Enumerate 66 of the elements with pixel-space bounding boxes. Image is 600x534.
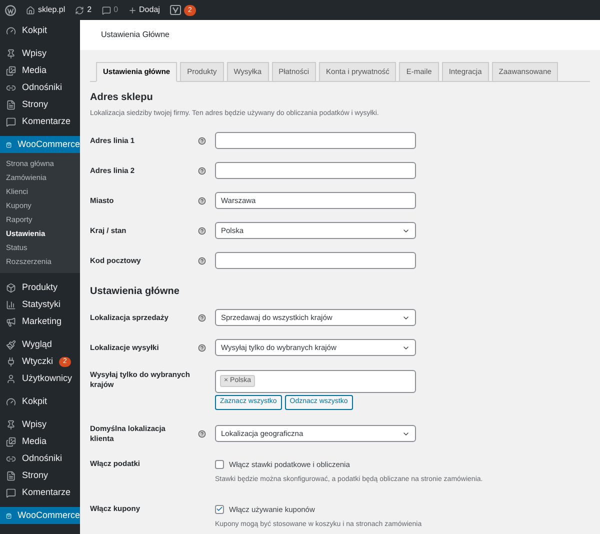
sidebar-item[interactable]: Wpisy bbox=[0, 416, 80, 433]
help-icon[interactable] bbox=[198, 314, 206, 322]
brush-icon bbox=[6, 340, 16, 350]
y-logo-icon[interactable] bbox=[170, 5, 181, 15]
home-icon[interactable] bbox=[26, 6, 35, 14]
section-heading: Adres sklepu bbox=[90, 91, 154, 105]
sidebar-item[interactable]: Kokpit bbox=[0, 22, 80, 39]
help-icon[interactable] bbox=[198, 344, 206, 352]
bag-icon bbox=[6, 140, 12, 150]
user-icon bbox=[6, 374, 16, 384]
checkbox[interactable] bbox=[215, 504, 224, 514]
help-icon[interactable] bbox=[198, 256, 206, 264]
sidebar-item[interactable]: Odnośniki bbox=[0, 450, 80, 467]
dashboard-icon bbox=[6, 26, 16, 36]
sidebar-item[interactable]: WooCommerce bbox=[0, 507, 80, 524]
text-field[interactable] bbox=[215, 162, 416, 179]
new-link[interactable]: Dodaj bbox=[139, 4, 160, 16]
check-icon bbox=[216, 505, 223, 514]
sidebar-item[interactable]: WooCommerce bbox=[0, 136, 80, 153]
update-count: 2 bbox=[87, 4, 92, 16]
sidebar-item[interactable]: Komentarze bbox=[0, 484, 80, 501]
comment-count: 0 bbox=[114, 4, 118, 16]
refresh-icon[interactable] bbox=[75, 6, 84, 14]
sidebar-item[interactable]: Media bbox=[0, 62, 80, 79]
sidebar-item[interactable]: Strony bbox=[0, 96, 80, 113]
section-heading: Ustawienia główne bbox=[90, 284, 180, 298]
page-icon bbox=[6, 100, 16, 110]
bar-chart-icon bbox=[6, 300, 16, 310]
help-icon[interactable] bbox=[198, 226, 206, 234]
help-icon[interactable] bbox=[198, 196, 206, 204]
images-icon bbox=[6, 66, 16, 76]
help-icon[interactable] bbox=[198, 136, 206, 144]
bag-icon bbox=[6, 510, 12, 520]
sidebar-item[interactable]: Marketing bbox=[0, 313, 80, 330]
page-title: Ustawienia Główne bbox=[101, 29, 170, 41]
help-icon[interactable] bbox=[198, 166, 206, 174]
images-icon bbox=[6, 436, 16, 446]
pin-icon bbox=[6, 420, 16, 430]
help-icon[interactable] bbox=[198, 430, 206, 438]
sidebar-item[interactable]: Komentarze bbox=[0, 113, 80, 130]
link-icon bbox=[6, 454, 16, 464]
site-link[interactable]: sklep.pl bbox=[38, 4, 66, 16]
speech-bubble-icon[interactable] bbox=[102, 6, 111, 14]
sidebar-item[interactable]: Kokpit bbox=[0, 393, 80, 410]
text-field[interactable] bbox=[215, 252, 416, 269]
sidebar-item[interactable]: Wpisy bbox=[0, 45, 80, 62]
sidebar-item[interactable]: Media bbox=[0, 433, 80, 450]
sidebar-item[interactable]: Produkty bbox=[0, 279, 80, 296]
text-field[interactable] bbox=[215, 132, 416, 149]
plug-icon bbox=[6, 356, 16, 366]
page-icon bbox=[6, 470, 16, 480]
wordpress-logo-icon[interactable] bbox=[5, 4, 16, 16]
checkbox[interactable] bbox=[215, 460, 224, 469]
pin-icon bbox=[6, 48, 16, 58]
sidebar-item[interactable]: Wygląd bbox=[0, 336, 80, 353]
sidebar-item[interactable]: Statystyki bbox=[0, 296, 80, 313]
sidebar-item[interactable]: Odnośniki bbox=[0, 79, 80, 96]
box-icon bbox=[6, 282, 16, 292]
sidebar-item[interactable]: Użytkownicy bbox=[0, 370, 80, 387]
link-icon bbox=[6, 82, 16, 92]
speech-bubble-icon bbox=[6, 116, 16, 126]
plus-icon bbox=[128, 6, 138, 14]
dashboard-icon bbox=[6, 396, 16, 406]
speech-bubble-icon bbox=[6, 488, 16, 498]
megaphone-icon bbox=[6, 316, 16, 326]
sidebar-item[interactable]: Strony bbox=[0, 467, 80, 484]
